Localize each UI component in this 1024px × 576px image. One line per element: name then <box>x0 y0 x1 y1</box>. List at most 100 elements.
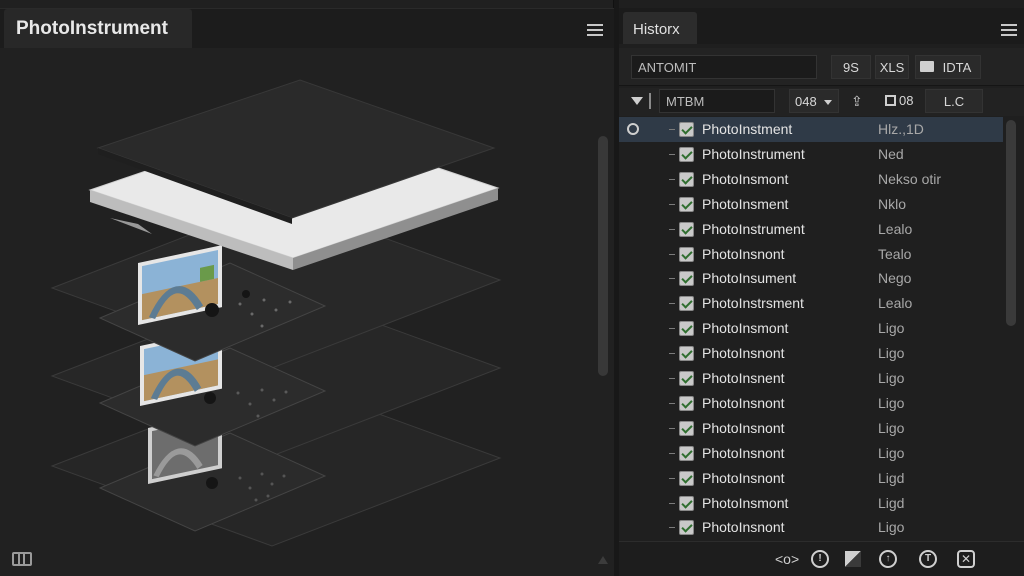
layer-visibility-checkbox[interactable] <box>679 346 694 362</box>
tree-connector <box>669 153 675 155</box>
chevron-down-icon <box>824 100 832 105</box>
canvas-scrollbar[interactable] <box>598 136 608 376</box>
history-row-name: PhotoInsmont <box>702 170 789 187</box>
history-row-value: Ligd <box>878 494 905 511</box>
layer-visibility-checkbox[interactable] <box>679 246 694 262</box>
folder-button-label: IDTA <box>942 60 972 75</box>
layer-visibility-checkbox[interactable] <box>679 520 694 536</box>
folder-button[interactable]: IDTA <box>915 55 981 79</box>
layer-name-input[interactable]: MTBM <box>659 89 775 113</box>
panel-title-tab[interactable]: PhotoInstrument <box>4 9 192 49</box>
tree-connector <box>669 427 675 429</box>
history-row-value: Nklo <box>878 195 907 212</box>
tree-connector <box>669 328 675 330</box>
layer-visibility-checkbox[interactable] <box>679 171 694 187</box>
history-row[interactable]: PhotoInsnont Ligo <box>619 441 1003 466</box>
collapse-triangle-icon[interactable] <box>631 97 643 105</box>
hamburger-menu-icon[interactable] <box>1001 24 1017 36</box>
history-row-value: Hlz.,1D <box>878 121 924 137</box>
separator <box>649 93 651 109</box>
mask-icon[interactable] <box>845 551 861 567</box>
tree-connector <box>669 502 675 504</box>
history-row[interactable]: PhotoInsnont Ligo <box>619 341 1003 366</box>
history-row[interactable]: PhotoInsnent Ligo <box>619 366 1003 391</box>
history-row-name: PhotoInstrsment <box>702 295 804 312</box>
history-toolbar: ANTOMIT 9S XLS IDTA <box>619 48 1024 86</box>
history-row[interactable]: PhotoInsmont Ligd <box>619 491 1003 516</box>
layer-visibility-checkbox[interactable] <box>679 395 694 411</box>
exploded-layers-illustration <box>50 79 502 547</box>
history-scrollbar[interactable] <box>1006 120 1016 326</box>
share-icon[interactable]: ⇪ <box>851 93 869 109</box>
tree-connector <box>669 527 675 529</box>
history-row[interactable]: PhotoInsmont Nekso otir <box>619 167 1003 192</box>
toolbar-button-9s[interactable]: 9S <box>831 55 871 79</box>
history-actions-bar: <o> ! ↑ T ✕ <box>619 541 1024 576</box>
columns-icon[interactable] <box>12 552 32 566</box>
layer-visibility-checkbox[interactable] <box>679 271 694 287</box>
history-row-name: PhotoInsnont <box>702 245 785 262</box>
history-row-name: PhotoInstrument <box>702 220 805 237</box>
layer-stack-canvas[interactable] <box>0 48 614 576</box>
layer-visibility-checkbox[interactable] <box>679 371 694 386</box>
history-row-value: Ligo <box>878 419 905 436</box>
history-row[interactable]: PhotoInsnont Ligd <box>619 466 1003 491</box>
layer-preview-panel: PhotoInstrument <box>0 0 614 576</box>
text-icon[interactable]: T <box>919 550 937 568</box>
history-row[interactable]: PhotoInstrument Lealo <box>619 217 1003 242</box>
history-row[interactable]: PhotoInsnont Ligo <box>619 416 1003 441</box>
history-row-name: PhotoInsnont <box>702 444 785 461</box>
history-row[interactable]: PhotoInsnont Tealo <box>619 242 1003 267</box>
history-filter-input[interactable]: ANTOMIT <box>631 55 817 79</box>
history-row[interactable]: PhotoInsmont Ligo <box>619 316 1003 341</box>
tree-connector <box>669 129 675 130</box>
history-row-value: Ligd <box>878 469 905 486</box>
layer-visibility-checkbox[interactable] <box>679 296 694 312</box>
layer-visibility-checkbox[interactable] <box>679 321 694 337</box>
scroll-down-arrow-icon[interactable] <box>598 556 608 564</box>
hamburger-menu-icon[interactable] <box>587 24 603 36</box>
toolbar-button-lc[interactable]: L.C <box>925 89 983 113</box>
history-row-value: Tealo <box>878 245 912 262</box>
tree-connector <box>669 402 675 404</box>
history-row[interactable]: PhotoInsment Nklo <box>619 192 1003 217</box>
visibility-eye-icon[interactable] <box>627 123 639 135</box>
history-row-value: Ligo <box>878 519 905 536</box>
history-row-value: Ligo <box>878 394 905 411</box>
tree-connector <box>669 452 675 454</box>
history-row-value: Ligo <box>878 320 905 337</box>
layer-visibility-checkbox[interactable] <box>679 146 694 162</box>
history-row[interactable]: PhotoInstrsment Lealo <box>619 291 1003 316</box>
tab-history[interactable]: Historx <box>623 12 697 44</box>
tree-connector <box>669 203 675 205</box>
layer-visibility-checkbox[interactable] <box>679 196 694 212</box>
history-list: PhotoInstment Hlz.,1D PhotoInstrument Ned Ph… <box>619 117 1003 541</box>
tree-connector <box>669 303 675 305</box>
history-row[interactable]: PhotoInstment Hlz.,1D <box>619 117 1003 142</box>
history-row-value: Nego <box>878 270 912 287</box>
info-icon[interactable]: ! <box>811 550 829 568</box>
history-row[interactable]: PhotoInsnont Ligo <box>619 515 1003 540</box>
layer-visibility-checkbox[interactable] <box>679 495 694 511</box>
layer-visibility-checkbox[interactable] <box>679 122 694 137</box>
history-row-value: Lealo <box>878 295 913 312</box>
layer-visibility-checkbox[interactable] <box>679 420 694 436</box>
tree-connector <box>669 378 675 379</box>
layers-toolbar: MTBM 048 ⇪ 08 L.C <box>619 88 1024 116</box>
tree-connector <box>669 178 675 180</box>
size-dropdown[interactable]: 048 <box>789 89 839 113</box>
layer-visibility-checkbox[interactable] <box>679 470 694 486</box>
history-row-name: PhotoInsnont <box>702 469 785 486</box>
layer-visibility-checkbox[interactable] <box>679 221 694 237</box>
grid-button[interactable]: 08 <box>881 89 921 113</box>
history-row[interactable]: PhotoInsnont Ligo <box>619 391 1003 416</box>
history-row-name: PhotoInstrument <box>702 145 805 162</box>
eye-toggle-icon[interactable]: <o> <box>775 550 799 568</box>
right-tab-bar: Historx <box>619 8 1024 44</box>
history-row[interactable]: PhotoInstrument Ned <box>619 142 1003 167</box>
close-icon[interactable]: ✕ <box>957 550 975 568</box>
pin-icon[interactable]: ↑ <box>879 550 897 568</box>
toolbar-button-xls[interactable]: XLS <box>875 55 909 79</box>
history-row[interactable]: PhotoInsument Nego <box>619 266 1003 291</box>
layer-visibility-checkbox[interactable] <box>679 445 694 461</box>
